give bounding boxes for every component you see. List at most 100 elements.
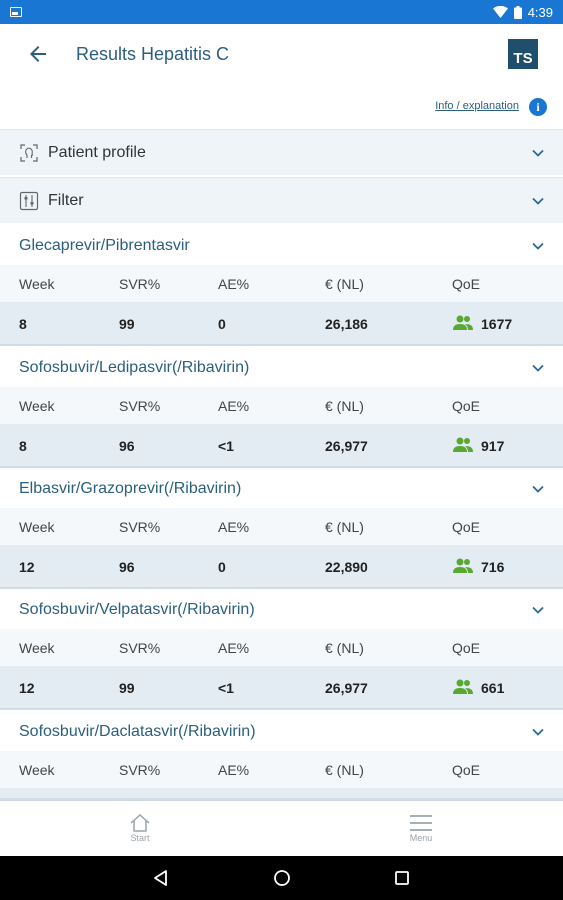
col-cost: € (NL) — [325, 640, 364, 656]
drug-card[interactable]: Elbasvir/Grazoprevir(/Ribavirin) Week SV… — [0, 468, 563, 589]
info-icon[interactable]: i — [529, 98, 547, 116]
home-icon — [130, 813, 150, 832]
bottom-navigation: Start Menu — [0, 800, 563, 856]
drug-name: Sofosbuvir/Ledipasvir(/Ribavirin) — [19, 359, 250, 376]
col-ae: AE% — [218, 398, 250, 414]
col-week: Week — [19, 398, 55, 414]
col-cost: € (NL) — [325, 276, 364, 292]
people-icon — [453, 315, 473, 330]
app-logo[interactable]: TS — [508, 39, 538, 69]
col-week: Week — [19, 762, 55, 778]
value-cost: 26,977 — [325, 680, 368, 696]
chevron-down-icon — [532, 242, 544, 250]
chevron-down-icon — [532, 149, 544, 157]
drug-header[interactable]: Sofosbuvir/Ledipasvir(/Ribavirin) — [0, 347, 563, 387]
patient-profile-section[interactable]: Patient profile — [0, 129, 563, 175]
status-bar: 4:39 — [0, 0, 563, 24]
system-back-icon[interactable] — [151, 868, 171, 888]
app-bar: Results Hepatitis C TS — [0, 24, 563, 88]
drug-header[interactable]: Elbasvir/Grazoprevir(/Ribavirin) — [0, 468, 563, 508]
value-svr: 96 — [119, 438, 135, 454]
value-qoe: 1677 — [481, 316, 513, 332]
drug-card[interactable]: Glecaprevir/Pibrentasvir Week SVR% AE% €… — [0, 225, 563, 346]
value-ae: <1 — [218, 438, 234, 454]
column-header-row: Week SVR% AE% € (NL) QoE — [0, 265, 563, 302]
value-row: 8 99 0 26,186 1677 — [0, 302, 563, 346]
head-profile-icon — [20, 144, 38, 162]
col-ae: AE% — [218, 640, 250, 656]
system-recents-icon[interactable] — [392, 868, 412, 888]
nav-menu[interactable]: Menu — [408, 813, 434, 843]
people-icon — [453, 437, 473, 452]
col-qoe: QoE — [452, 762, 481, 778]
drug-name: Sofosbuvir/Daclatasvir(/Ribavirin) — [19, 723, 256, 740]
drug-card[interactable]: Sofosbuvir/Ledipasvir(/Ribavirin) Week S… — [0, 347, 563, 468]
value-qoe: 716 — [481, 559, 505, 575]
value-row: 8 96 <1 26,977 917 — [0, 424, 563, 468]
column-header-row: Week SVR% AE% € (NL) QoE — [0, 629, 563, 666]
chevron-down-icon — [532, 485, 544, 493]
drug-header[interactable]: Sofosbuvir/Velpatasvir(/Ribavirin) — [0, 589, 563, 629]
value-row: 12 99 <1 26,977 661 — [0, 666, 563, 710]
drug-name: Glecaprevir/Pibrentasvir — [19, 237, 190, 254]
col-cost: € (NL) — [325, 519, 364, 535]
patient-profile-label: Patient profile — [48, 144, 146, 161]
drug-name: Sofosbuvir/Velpatasvir(/Ribavirin) — [19, 601, 255, 618]
nav-menu-label: Menu — [409, 833, 433, 843]
col-qoe: QoE — [452, 398, 481, 414]
battery-icon — [513, 5, 522, 19]
col-svr: SVR% — [119, 640, 161, 656]
value-qoe: 917 — [481, 438, 505, 454]
people-icon — [453, 679, 473, 694]
value-row — [0, 788, 563, 800]
col-ae: AE% — [218, 519, 250, 535]
value-row: 12 96 0 22,890 716 — [0, 545, 563, 589]
system-navigation-bar — [0, 856, 563, 900]
image-notification-icon — [10, 7, 22, 17]
column-header-row: Week SVR% AE% € (NL) QoE — [0, 508, 563, 545]
value-week: 12 — [19, 680, 35, 696]
value-ae: <1 — [218, 680, 234, 696]
filter-label: Filter — [48, 192, 84, 209]
col-qoe: QoE — [452, 276, 481, 292]
nav-start[interactable]: Start — [128, 813, 152, 843]
logo-text: TS — [513, 50, 533, 67]
value-cost: 22,890 — [325, 559, 368, 575]
info-explanation-link[interactable]: Info / explanation — [435, 100, 519, 112]
drug-card[interactable]: Sofosbuvir/Velpatasvir(/Ribavirin) Week … — [0, 589, 563, 710]
col-cost: € (NL) — [325, 398, 364, 414]
drug-card[interactable]: Sofosbuvir/Daclatasvir(/Ribavirin) Week … — [0, 711, 563, 800]
arrow-back-icon[interactable] — [26, 42, 50, 66]
value-ae: 0 — [218, 559, 226, 575]
chevron-down-icon — [532, 197, 544, 205]
value-svr: 99 — [119, 316, 135, 332]
chevron-down-icon — [532, 728, 544, 736]
value-cost: 26,977 — [325, 438, 368, 454]
system-home-icon[interactable] — [272, 868, 292, 888]
value-week: 12 — [19, 559, 35, 575]
col-svr: SVR% — [119, 398, 161, 414]
col-svr: SVR% — [119, 519, 161, 535]
filter-sliders-icon — [19, 191, 39, 211]
info-icon-glyph: i — [536, 99, 540, 114]
hamburger-menu-icon — [410, 815, 432, 831]
col-week: Week — [19, 276, 55, 292]
drug-header[interactable]: Sofosbuvir/Daclatasvir(/Ribavirin) — [0, 711, 563, 751]
col-week: Week — [19, 640, 55, 656]
col-cost: € (NL) — [325, 762, 364, 778]
drug-header[interactable]: Glecaprevir/Pibrentasvir — [0, 225, 563, 265]
wifi-icon — [492, 6, 508, 18]
filter-section[interactable]: Filter — [0, 177, 563, 223]
people-icon — [453, 558, 473, 573]
col-qoe: QoE — [452, 519, 481, 535]
nav-start-label: Start — [130, 833, 150, 843]
value-ae: 0 — [218, 316, 226, 332]
value-svr: 96 — [119, 559, 135, 575]
value-cost: 26,186 — [325, 316, 368, 332]
col-ae: AE% — [218, 276, 250, 292]
column-header-row: Week SVR% AE% € (NL) QoE — [0, 387, 563, 424]
col-svr: SVR% — [119, 762, 161, 778]
status-time: 4:39 — [527, 4, 553, 20]
col-ae: AE% — [218, 762, 250, 778]
column-header-row: Week SVR% AE% € (NL) QoE — [0, 751, 563, 788]
